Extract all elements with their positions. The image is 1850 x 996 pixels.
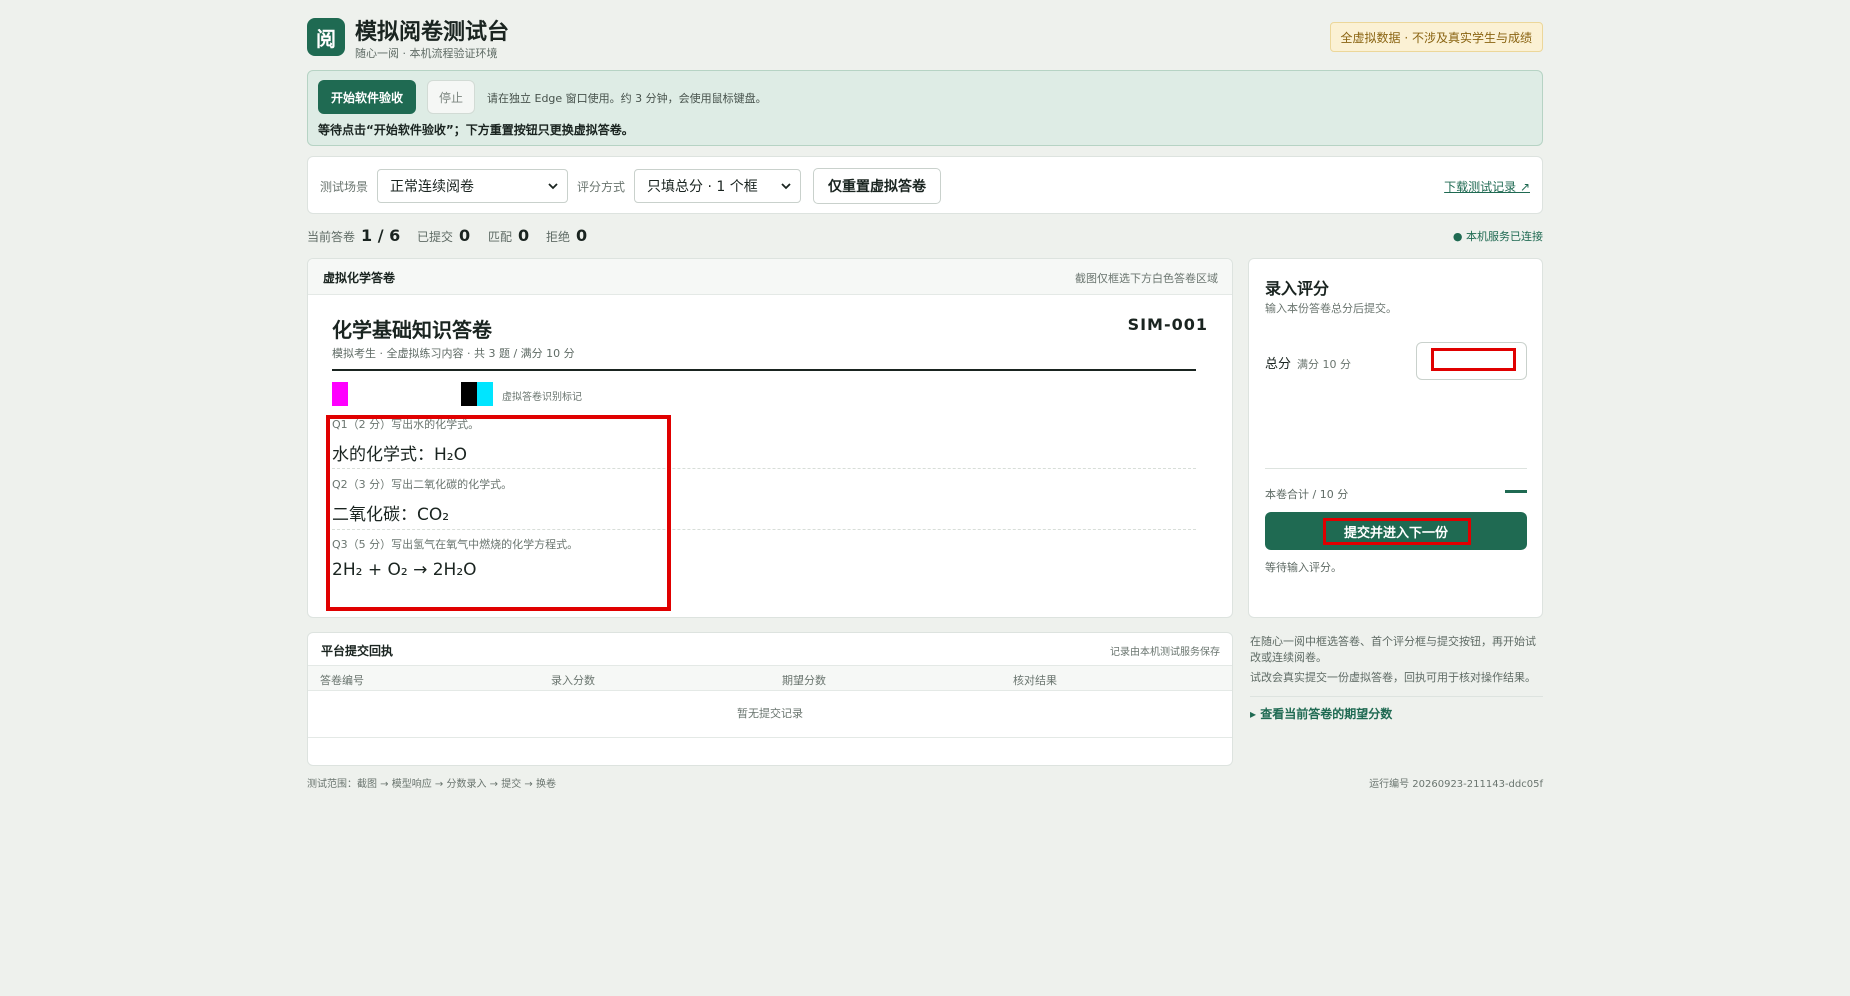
score-panel: 录入评分 输入本份答卷总分后提交。 总分 满分 10 分 本卷合计 / 10 分 … — [1248, 258, 1543, 618]
download-log-link[interactable]: 下载测试记录 ↗ — [1444, 178, 1530, 195]
total-score-label: 总分 满分 10 分 — [1265, 353, 1351, 372]
stat-rejected-label: 拒绝 — [546, 230, 571, 244]
stat-matched-value: 0 — [518, 226, 530, 245]
column-header: 核对结果 — [1013, 674, 1057, 687]
sum-label: 本卷合计 / 10 分 — [1265, 488, 1349, 501]
paper-card-note: 截图仅框选下方白色答卷区域 — [1075, 272, 1218, 285]
stat-submitted-label: 已提交 — [417, 230, 454, 244]
marker-black — [461, 382, 477, 406]
total-score-hint: 满分 10 分 — [1297, 358, 1352, 371]
scoring-label: 评分方式 — [577, 180, 626, 194]
exam-title: 化学基础知识答卷 — [332, 318, 492, 342]
scenario-label: 测试场景 — [320, 180, 369, 194]
column-header: 答卷编号 — [320, 674, 364, 687]
paper-card-title: 虚拟化学答卷 — [323, 271, 396, 285]
stats-bar: 当前答卷 1 / 6 已提交 0 匹配 0 拒绝 0 ● 本机服务已连接 — [307, 226, 1543, 248]
stat-matched-label: 匹配 — [488, 230, 513, 244]
receipt-title: 平台提交回执 — [321, 644, 394, 658]
submit-button-highlight — [1323, 518, 1471, 545]
marker-cyan — [477, 382, 493, 406]
receipt-divider — [308, 737, 1232, 738]
stat-matched: 匹配 0 — [488, 226, 529, 245]
app-logo: 阅 — [307, 18, 345, 56]
score-wait-text: 等待输入评分。 — [1265, 561, 1342, 574]
receipt-table: 平台提交回执 记录由本机测试服务保存 答卷编号 录入分数 期望分数 核对结果 暂… — [307, 632, 1233, 766]
stop-button[interactable]: 停止 — [427, 80, 475, 114]
total-score-text: 总分 — [1265, 357, 1292, 372]
answer-region-highlight — [326, 415, 671, 611]
side-note: 试改会真实提交一份虚拟答卷，回执可用于核对操作结果。 — [1250, 671, 1536, 684]
app-subtitle: 随心一阅 · 本机流程验证环境 — [355, 47, 498, 60]
stat-rejected: 拒绝 0 — [546, 226, 587, 245]
sum-value-dash — [1505, 490, 1527, 493]
stat-current: 当前答卷 1 / 6 — [307, 226, 400, 245]
stat-current-label: 当前答卷 — [307, 230, 356, 244]
app-title: 模拟阅卷测试台 — [355, 20, 510, 45]
stat-submitted-value: 0 — [459, 226, 471, 245]
marker-note: 虚拟答卷识别标记 — [502, 392, 582, 403]
run-hint: 请在独立 Edge 窗口使用。约 3 分钟，会使用鼠标键盘。 — [487, 92, 767, 105]
scoring-select[interactable]: 只填总分 · 1 个框 — [634, 169, 801, 203]
run-panel: 开始软件验收 停止 请在独立 Edge 窗口使用。约 3 分钟，会使用鼠标键盘。… — [307, 70, 1543, 146]
chevron-down-icon — [781, 183, 791, 190]
virtual-data-badge: 全虚拟数据 · 不涉及真实学生与成绩 — [1329, 22, 1543, 52]
receipt-header-row: 答卷编号 录入分数 期望分数 核对结果 — [308, 665, 1232, 691]
stat-rejected-value: 0 — [576, 226, 588, 245]
scoring-select-value: 只填总分 · 1 个框 — [647, 179, 758, 195]
controls-bar: 测试场景 正常连续阅卷 评分方式 只填总分 · 1 个框 仅重置虚拟答卷 下载测… — [307, 156, 1543, 214]
start-acceptance-button[interactable]: 开始软件验收 — [318, 80, 416, 114]
score-panel-subtitle: 输入本份答卷总分后提交。 — [1265, 302, 1397, 315]
column-header: 录入分数 — [551, 674, 595, 687]
exam-id: SIM-001 — [1127, 315, 1208, 334]
run-status: 等待点击“开始软件验收”；下方重置按钮只更换虚拟答卷。 — [318, 123, 634, 137]
side-divider — [1250, 696, 1543, 697]
stat-current-value: 1 / 6 — [361, 226, 401, 245]
scenario-select[interactable]: 正常连续阅卷 — [377, 169, 568, 203]
app-header: 阅 模拟阅卷测试台 随心一阅 · 本机流程验证环境 全虚拟数据 · 不涉及真实学… — [307, 0, 1543, 68]
paper-card-header: 虚拟化学答卷 截图仅框选下方白色答卷区域 — [308, 259, 1232, 295]
score-input-highlight — [1431, 348, 1516, 371]
marker-magenta — [332, 382, 348, 406]
receipt-note: 记录由本机测试服务保存 — [1110, 647, 1220, 658]
score-divider — [1265, 468, 1527, 469]
expected-score-toggle[interactable]: ▸ 查看当前答卷的期望分数 — [1250, 705, 1392, 722]
receipt-empty: 暂无提交记录 — [737, 707, 803, 720]
score-panel-title: 录入评分 — [1265, 279, 1330, 298]
footer-run-id: 运行编号 20260923-211143-ddc05f — [1369, 779, 1543, 790]
scenario-select-value: 正常连续阅卷 — [390, 179, 474, 195]
exam-divider — [332, 369, 1196, 371]
service-status: ● 本机服务已连接 — [1452, 230, 1543, 243]
column-header: 期望分数 — [782, 674, 826, 687]
exam-meta: 模拟考生 · 全虚拟练习内容 · 共 3 题 / 满分 10 分 — [332, 347, 575, 360]
reset-paper-button[interactable]: 仅重置虚拟答卷 — [813, 168, 941, 204]
side-notes: 在随心一阅中框选答卷、首个评分框与提交按钮，再开始试改或连续阅卷。 试改会真实提… — [1250, 634, 1543, 690]
stat-submitted: 已提交 0 — [417, 226, 470, 245]
footer-scope: 测试范围：截图 → 模型响应 → 分数录入 → 提交 → 换卷 — [307, 779, 556, 790]
paper-card: 虚拟化学答卷 截图仅框选下方白色答卷区域 化学基础知识答卷 SIM-001 模拟… — [307, 258, 1233, 618]
side-note: 在随心一阅中框选答卷、首个评分框与提交按钮，再开始试改或连续阅卷。 — [1250, 635, 1536, 664]
page: 阅 模拟阅卷测试台 随心一阅 · 本机流程验证环境 全虚拟数据 · 不涉及真实学… — [307, 0, 1543, 790]
chevron-down-icon — [548, 183, 558, 190]
